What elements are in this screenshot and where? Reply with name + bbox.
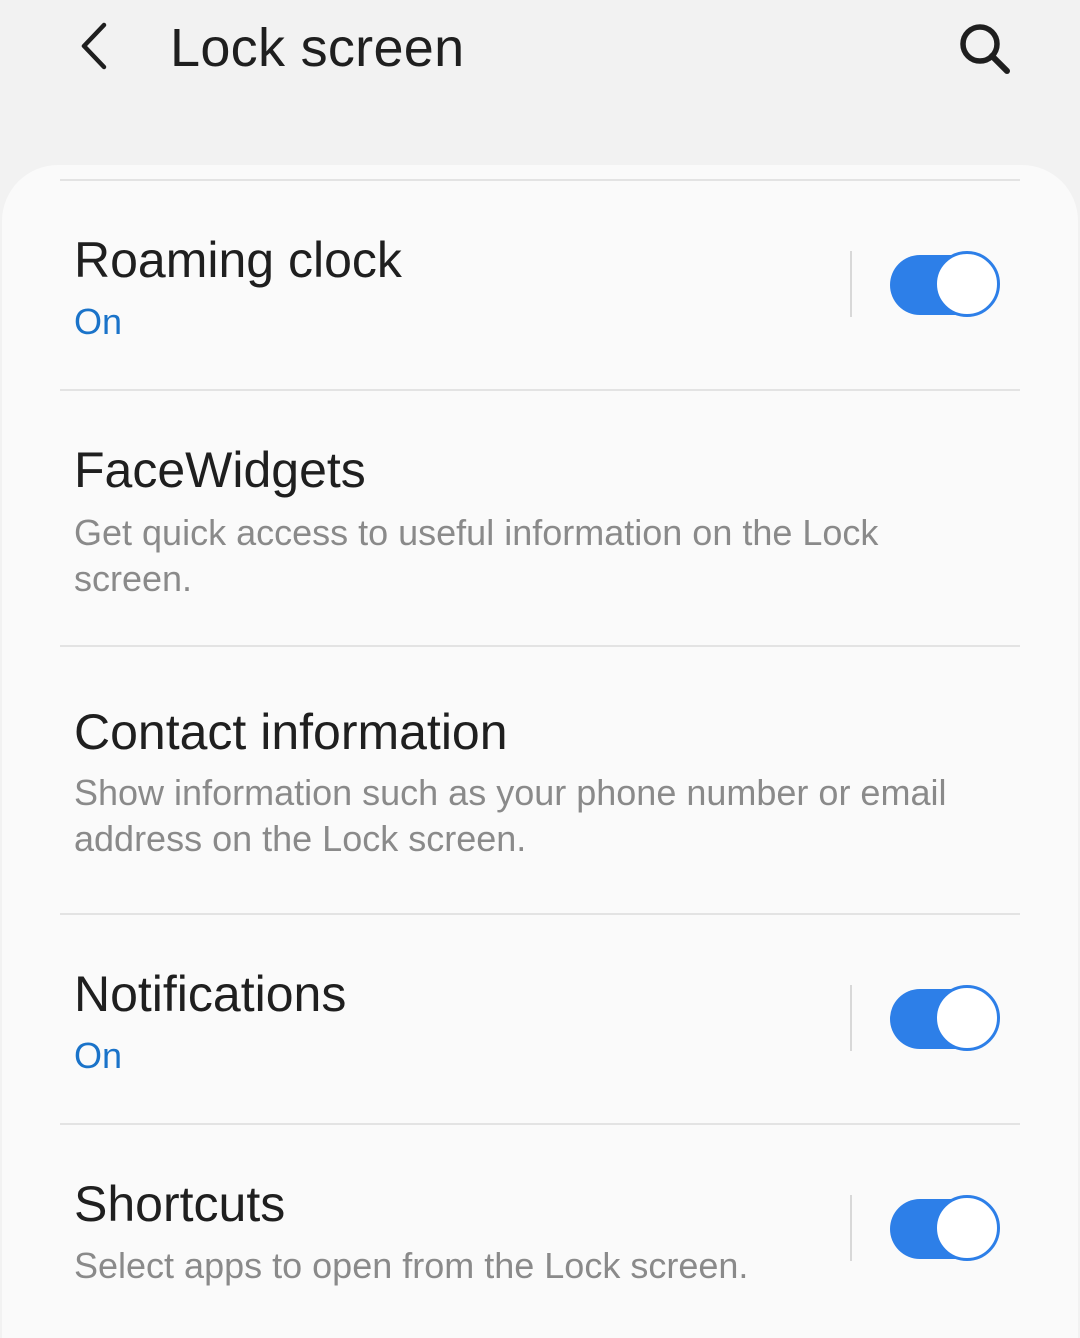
notifications-toggle[interactable]	[890, 985, 1000, 1051]
setting-roaming-clock[interactable]: Roaming clock On	[2, 181, 1078, 389]
setting-facewidgets[interactable]: FaceWidgets Get quick access to useful i…	[2, 391, 1078, 645]
app-bar: Lock screen	[0, 0, 1080, 100]
toggle-thumb	[934, 1195, 1000, 1261]
vertical-separator	[850, 251, 852, 317]
shortcuts-toggle[interactable]	[890, 1195, 1000, 1261]
page-title: Lock screen	[170, 18, 465, 78]
chevron-left-icon	[81, 22, 107, 70]
toggle-thumb	[934, 251, 1000, 317]
setting-title: Contact information	[74, 704, 508, 760]
vertical-separator	[850, 1195, 852, 1261]
setting-title: Notifications	[74, 966, 347, 1022]
setting-shortcuts[interactable]: Shortcuts Select apps to open from the L…	[2, 1125, 1078, 1338]
search-icon	[960, 24, 1010, 74]
setting-title: FaceWidgets	[74, 442, 366, 498]
setting-description: Get quick access to useful information o…	[74, 512, 879, 599]
setting-description: Show information such as your phone numb…	[74, 772, 947, 859]
setting-description: Select apps to open from the Lock screen…	[74, 1245, 749, 1286]
vertical-separator	[850, 985, 852, 1051]
toggle-thumb	[934, 985, 1000, 1051]
settings-card: Roaming clock On FaceWidgets Get quick a…	[2, 165, 1078, 1338]
back-button[interactable]	[62, 14, 126, 78]
setting-status: On	[74, 301, 123, 342]
search-button[interactable]	[950, 14, 1020, 84]
roaming-clock-toggle[interactable]	[890, 251, 1000, 317]
setting-contact-information[interactable]: Contact information Show information suc…	[2, 647, 1078, 913]
setting-title: Shortcuts	[74, 1176, 286, 1232]
setting-status: On	[74, 1035, 123, 1076]
setting-title: Roaming clock	[74, 232, 402, 288]
setting-notifications[interactable]: Notifications On	[2, 915, 1078, 1123]
